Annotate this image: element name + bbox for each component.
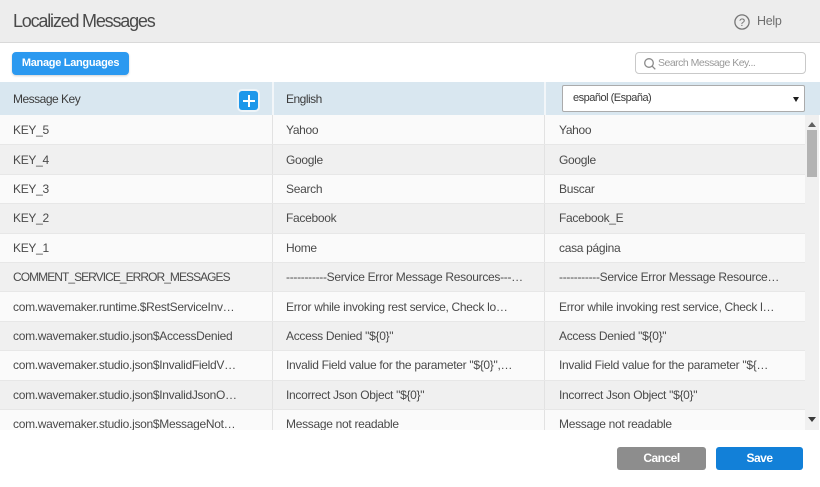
svg-text:?: ?	[739, 17, 745, 29]
